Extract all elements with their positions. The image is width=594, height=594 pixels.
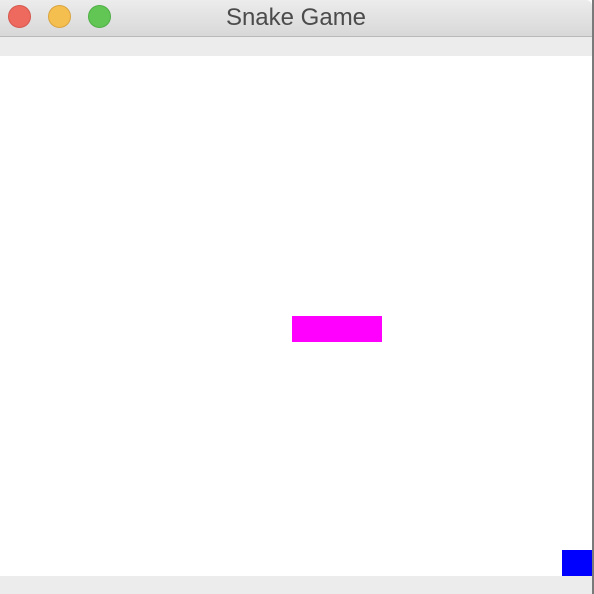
game-canvas[interactable]	[0, 56, 592, 576]
title-bar[interactable]: Snake Game	[0, 0, 592, 37]
game-window: Snake Game	[0, 0, 594, 594]
window-title: Snake Game	[225, 4, 367, 31]
snake	[292, 316, 382, 342]
food-block	[562, 550, 592, 576]
bottom-border-strip	[0, 576, 592, 594]
top-border-strip	[0, 37, 592, 56]
